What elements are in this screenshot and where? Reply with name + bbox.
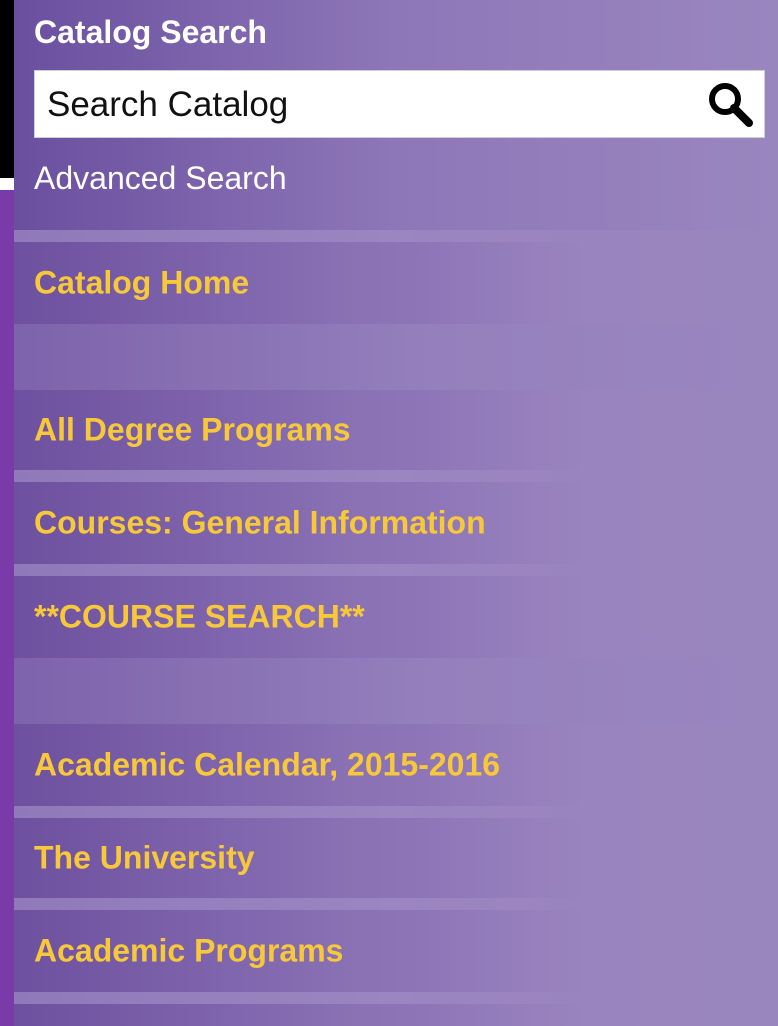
divider xyxy=(14,992,778,1004)
nav-item-label: Catalog Home xyxy=(34,264,250,301)
nav-item-label: Academic Programs xyxy=(34,932,344,969)
nav-item-label: Academic Calendar, 2015-2016 xyxy=(34,746,501,783)
search-title: Catalog Search xyxy=(34,14,267,50)
divider xyxy=(14,230,778,242)
nav-item-the-university[interactable]: The University xyxy=(14,818,778,898)
search-input[interactable] xyxy=(45,79,689,131)
magnifier-icon xyxy=(709,83,753,127)
nav-item-course-search[interactable]: **COURSE SEARCH** xyxy=(14,576,778,658)
nav-item-label: Courses: General Information xyxy=(34,504,486,541)
catalog-sidebar: Catalog Search Advanced Search Catalog H… xyxy=(14,0,778,1026)
search-button[interactable] xyxy=(702,77,758,131)
catalog-search-block: Catalog Search Advanced Search xyxy=(14,0,778,230)
nav-item-label: **COURSE SEARCH** xyxy=(34,598,365,635)
search-box xyxy=(34,70,765,138)
nav-spacer xyxy=(14,324,778,390)
divider xyxy=(14,564,778,576)
nav-item-courses-general-information[interactable]: Courses: General Information xyxy=(14,482,778,564)
nav-item-all-degree-programs[interactable]: All Degree Programs xyxy=(14,390,778,470)
nav-item-next[interactable] xyxy=(14,1004,778,1026)
nav-item-label: All Degree Programs xyxy=(34,411,351,448)
nav-item-academic-calendar[interactable]: Academic Calendar, 2015-2016 xyxy=(14,724,778,806)
nav-spacer xyxy=(14,658,778,724)
nav-item-label: The University xyxy=(34,839,255,876)
advanced-search-link[interactable]: Advanced Search xyxy=(34,160,287,197)
page-left-border xyxy=(0,190,14,1026)
divider xyxy=(14,898,778,910)
nav-item-catalog-home[interactable]: Catalog Home xyxy=(14,242,778,324)
nav-item-academic-programs[interactable]: Academic Programs xyxy=(14,910,778,992)
divider xyxy=(14,470,778,482)
divider xyxy=(14,806,778,818)
